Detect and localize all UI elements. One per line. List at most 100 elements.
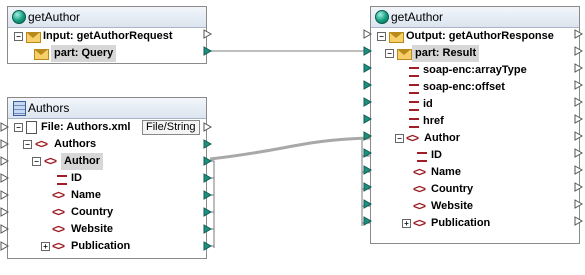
child-label: Publication xyxy=(71,240,131,252)
attribute-icon xyxy=(57,175,67,185)
component-title: Authors xyxy=(28,101,70,115)
output-connector[interactable] xyxy=(574,97,583,107)
output-connector[interactable] xyxy=(574,114,583,124)
element-icon: <> xyxy=(413,182,426,196)
author-to-author-line xyxy=(209,136,371,161)
child-label: ID xyxy=(431,149,442,161)
collapse-icon[interactable]: − xyxy=(14,32,23,41)
output-connector[interactable] xyxy=(203,122,212,132)
element-icon: <> xyxy=(52,188,65,202)
collapse-icon[interactable]: − xyxy=(23,140,32,149)
child-label: Website xyxy=(431,200,473,212)
xml-source-icon xyxy=(13,101,26,116)
component-title-bar[interactable]: getAuthor xyxy=(8,7,206,28)
message-icon xyxy=(389,32,404,43)
output-connector[interactable] xyxy=(574,29,583,39)
output-connector[interactable] xyxy=(203,46,212,56)
attr-label: soap-enc:arrayType xyxy=(423,64,527,76)
input-label: Input: getAuthorRequest xyxy=(43,30,173,42)
attribute-icon xyxy=(409,67,419,77)
output-connector[interactable] xyxy=(574,46,583,56)
web-service-icon xyxy=(12,10,26,24)
component-title-bar[interactable]: getAuthor xyxy=(371,7,579,28)
input-connector[interactable] xyxy=(363,80,372,90)
element-icon: <> xyxy=(52,239,65,253)
input-connector[interactable] xyxy=(0,122,9,132)
message-icon xyxy=(397,49,412,60)
input-connector[interactable] xyxy=(0,190,9,200)
message-icon xyxy=(34,49,49,60)
input-connector[interactable] xyxy=(0,139,9,149)
authors-component[interactable]: Authors − File: Authors.xml File/String … xyxy=(7,97,207,259)
output-connector[interactable] xyxy=(574,80,583,90)
output-connector[interactable] xyxy=(574,182,583,192)
file-string-button[interactable]: File/String xyxy=(142,120,200,135)
input-connector[interactable] xyxy=(363,216,372,226)
element-icon: <> xyxy=(413,199,426,213)
get-author-output-component[interactable]: getAuthor − Output: getAuthorResponse − … xyxy=(370,6,580,244)
output-connector[interactable] xyxy=(203,224,212,234)
input-connector[interactable] xyxy=(0,224,9,234)
authors-root-label: Authors xyxy=(54,138,97,150)
output-connector[interactable] xyxy=(574,63,583,73)
input-connector[interactable] xyxy=(363,182,372,192)
collapse-icon[interactable]: − xyxy=(32,157,41,166)
output-connector[interactable] xyxy=(574,199,583,209)
input-connector[interactable] xyxy=(363,148,372,158)
input-connector[interactable] xyxy=(0,207,9,217)
collapse-icon[interactable]: − xyxy=(395,134,404,143)
element-icon: <> xyxy=(52,222,65,236)
output-connector[interactable] xyxy=(203,241,212,251)
attr-label: id xyxy=(423,98,433,110)
input-connector[interactable] xyxy=(363,46,372,56)
attribute-icon xyxy=(417,152,427,162)
output-connector[interactable] xyxy=(203,173,212,183)
part-result-label: part: Result xyxy=(412,45,480,62)
input-connector[interactable] xyxy=(0,156,9,166)
input-connector[interactable] xyxy=(363,29,372,39)
child-label: Name xyxy=(431,166,461,178)
input-connector[interactable] xyxy=(363,63,372,73)
attribute-icon xyxy=(409,118,419,128)
element-icon: <> xyxy=(406,131,419,145)
output-connector[interactable] xyxy=(574,148,583,158)
child-label: ID xyxy=(71,172,82,184)
component-title: getAuthor xyxy=(28,10,81,24)
input-connector[interactable] xyxy=(363,165,372,175)
component-title-bar[interactable]: Authors xyxy=(8,98,206,119)
collapse-icon[interactable]: − xyxy=(385,49,394,58)
author-label: Author xyxy=(61,153,104,170)
input-connector[interactable] xyxy=(0,241,9,251)
collapse-icon[interactable]: − xyxy=(14,123,23,132)
file-label: File: Authors.xml xyxy=(41,121,131,133)
attribute-icon xyxy=(409,84,419,94)
output-connector[interactable] xyxy=(203,190,212,200)
output-connector[interactable] xyxy=(203,29,212,39)
input-connector[interactable] xyxy=(363,131,372,141)
output-connector[interactable] xyxy=(574,216,583,226)
collapse-icon[interactable]: − xyxy=(377,32,386,41)
input-connector[interactable] xyxy=(0,173,9,183)
author-label: Author xyxy=(424,132,461,144)
output-connector[interactable] xyxy=(203,156,212,166)
element-icon: <> xyxy=(52,205,65,219)
input-connector[interactable] xyxy=(363,199,372,209)
child-label: Name xyxy=(71,189,101,201)
get-author-input-component[interactable]: getAuthor − Input: getAuthorRequest part… xyxy=(7,6,207,64)
output-connector[interactable] xyxy=(574,165,583,175)
part-query-label: part: Query xyxy=(51,45,117,62)
expand-icon[interactable]: + xyxy=(41,242,50,251)
child-label: Publication xyxy=(431,217,491,229)
input-connector[interactable] xyxy=(363,114,372,124)
element-icon: <> xyxy=(413,165,426,179)
expand-icon[interactable]: + xyxy=(402,219,411,228)
output-connector[interactable] xyxy=(203,207,212,217)
child-label: Country xyxy=(71,206,114,218)
element-icon: <> xyxy=(44,154,57,168)
output-connector[interactable] xyxy=(574,131,583,141)
output-connector[interactable] xyxy=(203,139,212,149)
output-label: Output: getAuthorResponse xyxy=(406,30,554,42)
attr-label: href xyxy=(423,115,444,127)
input-connector[interactable] xyxy=(363,97,372,107)
web-service-icon xyxy=(375,10,389,24)
